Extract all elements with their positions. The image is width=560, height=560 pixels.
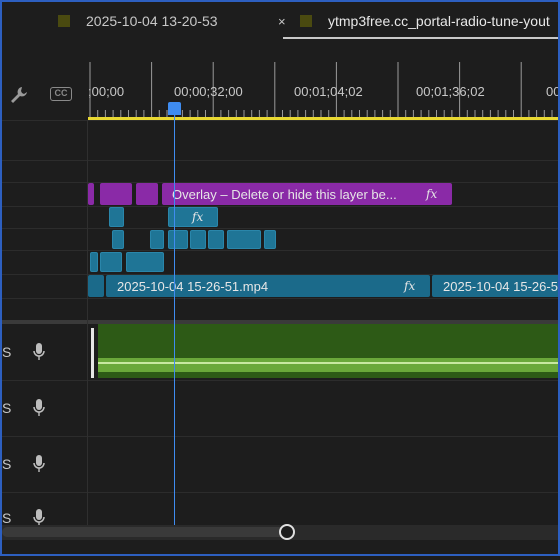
track-divider [2, 206, 558, 207]
timecode-label: ;00;00 [88, 84, 125, 99]
overlay-clip[interactable] [136, 183, 158, 205]
audio-waveform [98, 358, 558, 372]
audio-track-solo[interactable]: S [2, 510, 11, 526]
timecode-label: 00;01;36;02 [416, 84, 485, 99]
scrollbar-thumb[interactable] [2, 527, 292, 537]
timecode-label: 00;00;32;00 [174, 84, 243, 99]
video-clip[interactable] [112, 230, 124, 249]
fx-badge: fx [192, 210, 204, 224]
track-divider [2, 228, 558, 229]
track-divider [2, 380, 558, 381]
overlay-clip[interactable] [88, 183, 94, 205]
track-divider [2, 250, 558, 251]
captions-icon[interactable]: CC [50, 87, 72, 101]
audio-waveform-centerline [98, 362, 558, 364]
playhead-line[interactable] [174, 102, 175, 528]
video-clip[interactable] [227, 230, 261, 249]
zoom-handle[interactable] [279, 524, 295, 540]
track-header-divider [87, 120, 88, 528]
timecode-label: 00 [546, 84, 560, 99]
tab-label: 2025-10-04 13-20-53 [86, 13, 218, 29]
video-clip-label: 2025-10-04 15-26-51.mp4 [117, 279, 269, 294]
audio-track-solo[interactable]: S [2, 456, 11, 472]
overlay-clip[interactable] [100, 183, 132, 205]
track-divider [2, 436, 558, 437]
fx-badge: fx [426, 187, 438, 201]
tab-sequence-1[interactable]: 2025-10-04 13-20-53 [58, 2, 218, 40]
fx-badge: fx [404, 279, 416, 293]
active-tab-indicator [283, 37, 558, 39]
tab-sequence-2[interactable]: ytmp3free.cc_portal-radio-tune-yout [300, 2, 550, 40]
sequence-tab-bar: 2025-10-04 13-20-53 × ytmp3free.cc_porta… [2, 2, 558, 42]
audio-track-solo[interactable]: S [2, 400, 11, 416]
video-clip[interactable] [126, 252, 164, 272]
video-clip[interactable] [190, 230, 206, 249]
video-clip-label: 2025-10-04 15-26-51 [443, 279, 560, 294]
overlay-clip-label: Overlay – Delete or hide this layer be..… [172, 187, 397, 202]
microphone-icon[interactable] [32, 342, 46, 362]
timecode-label: 00;01;04;02 [294, 84, 363, 99]
track-divider [2, 492, 558, 493]
close-icon[interactable]: × [278, 14, 286, 29]
audio-track-solo[interactable]: S [2, 344, 11, 360]
track-divider [2, 160, 558, 161]
panel-footer [2, 542, 558, 554]
playhead-handle[interactable] [168, 102, 181, 115]
video-clip[interactable] [88, 275, 104, 297]
timeline-panel: 2025-10-04 13-20-53 × ytmp3free.cc_porta… [0, 0, 560, 556]
video-clip[interactable] [150, 230, 164, 249]
sequence-color-swatch [300, 15, 312, 27]
clip-edge-marker [91, 328, 94, 378]
video-clip[interactable] [109, 207, 124, 227]
tab-label: ytmp3free.cc_portal-radio-tune-yout [328, 13, 550, 29]
video-clip[interactable] [208, 230, 224, 249]
track-divider [2, 120, 558, 121]
video-clip[interactable] [168, 230, 188, 249]
video-clip[interactable] [264, 230, 276, 249]
video-clip[interactable] [90, 252, 98, 272]
time-ruler[interactable]: ;00;00 00;00;32;00 00;01;04;02 00;01;36;… [88, 62, 560, 120]
wrench-icon[interactable] [8, 84, 30, 106]
video-clip[interactable] [100, 252, 122, 272]
microphone-icon[interactable] [32, 398, 46, 418]
sequence-color-swatch [58, 15, 70, 27]
track-divider [2, 298, 558, 299]
microphone-icon[interactable] [32, 454, 46, 474]
